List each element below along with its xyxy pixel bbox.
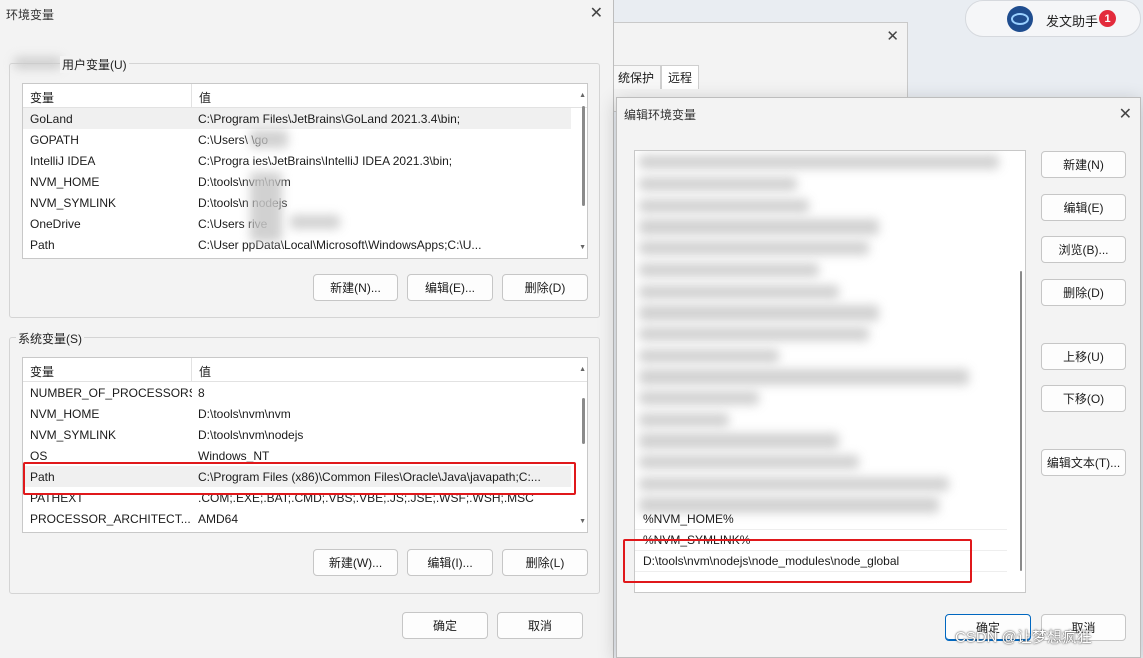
user-variables-label: 用户变量(U) — [60, 56, 129, 73]
assistant-label: 发文助手 — [1046, 14, 1099, 29]
list-header: 变量 值 — [23, 84, 587, 108]
system-variables-list[interactable]: 变量 值 NUMBER_OF_PROCESSORS 8 NVM_HOME D:\to… — [22, 357, 588, 533]
cancel-button[interactable]: 取消 — [497, 612, 583, 639]
table-row[interactable]: OS Windows_NT — [23, 445, 571, 466]
delete-entry-button[interactable]: 删除(D) — [1041, 279, 1126, 306]
system-properties-tabs: 统保护 远程 — [611, 65, 700, 89]
edit-entry-button[interactable]: 编辑(E) — [1041, 194, 1126, 221]
scroll-down-icon[interactable]: ▼ — [579, 518, 586, 525]
redacted-entry — [639, 285, 839, 299]
move-up-button[interactable]: 上移(U) — [1041, 343, 1126, 370]
edit-environment-variable-dialog: 编辑环境变量 ✕ %NVM_HOME% %NVM_SYMLINK% D:\too… — [616, 97, 1141, 658]
redacted-entry — [639, 391, 759, 405]
post-assistant-button[interactable]: 发文助手 1 — [965, 0, 1141, 37]
table-row[interactable]: PROCESSOR_ARCHITECT... AMD64 — [23, 508, 571, 529]
move-down-button[interactable]: 下移(O) — [1041, 385, 1126, 412]
environment-variables-dialog: 环境变量 ✕ 用户变量(U) 变量 值 GoLand C:\Program Fil… — [0, 0, 614, 658]
list-item[interactable]: %NVM_SYMLINK% — [635, 530, 1007, 551]
column-variable[interactable]: 变量 — [23, 358, 192, 381]
user-variables-list[interactable]: 变量 值 GoLand C:\Program Files\JetBrains\Go… — [22, 83, 588, 259]
system-new-button[interactable]: 新建(W)... — [313, 549, 398, 576]
watermark: CSDN @让梦想疯狂 — [955, 629, 1092, 646]
new-entry-button[interactable]: 新建(N) — [1041, 151, 1126, 178]
redacted-region — [250, 130, 288, 148]
list-item-selected[interactable]: D:\tools\nvm\nodejs\node_modules\node_gl… — [635, 551, 1007, 572]
redacted-entry — [639, 369, 969, 385]
list-item[interactable]: %NVM_HOME% — [635, 509, 1007, 530]
user-edit-button[interactable]: 编辑(E)... — [407, 274, 493, 301]
scrollbar[interactable] — [582, 106, 585, 206]
close-icon[interactable]: ✕ — [1119, 104, 1132, 124]
table-row[interactable]: PATHEXT .COM;.EXE;.BAT;.CMD;.VBS;.VBE;.JS… — [23, 487, 571, 508]
edit-text-button[interactable]: 编辑文本(T)... — [1041, 449, 1126, 476]
redacted-entry — [639, 327, 869, 341]
redacted-region — [290, 215, 340, 229]
table-row[interactable]: NVM_HOME D:\tools\nvm\nvm — [23, 171, 571, 192]
table-row[interactable]: GoLand C:\Program Files\JetBrains\GoLand … — [23, 108, 571, 129]
table-row[interactable]: NVM_SYMLINK D:\tools\nvm\nodejs — [23, 424, 571, 445]
system-variables-label: 系统变量(S) — [16, 330, 84, 347]
scroll-down-icon[interactable]: ▼ — [579, 244, 586, 251]
redacted-entry — [639, 477, 949, 491]
table-row[interactable]: NVM_SYMLINK D:\tools\n nodejs — [23, 192, 571, 213]
redacted-region — [250, 172, 282, 242]
table-row[interactable]: NVM_HOME D:\tools\nvm\nvm — [23, 403, 571, 424]
redacted-entry — [639, 349, 779, 363]
tab-remote[interactable]: 远程 — [661, 65, 700, 89]
scrollbar[interactable] — [1020, 271, 1022, 571]
column-value[interactable]: 值 — [192, 84, 218, 107]
redacted-entry — [639, 155, 999, 169]
tab-system-protection[interactable]: 统保护 — [611, 65, 662, 89]
table-row-selected[interactable]: Path C:\Program Files (x86)\Common Files\… — [23, 466, 571, 487]
redacted-entry — [639, 219, 879, 235]
redacted-entry — [639, 263, 819, 277]
table-row[interactable]: IntelliJ IDEA C:\Progra ies\JetBrains\Int… — [23, 150, 571, 171]
scrollbar[interactable] — [582, 398, 585, 444]
dialog-title: 编辑环境变量 — [624, 108, 697, 122]
ok-button[interactable]: 确定 — [402, 612, 488, 639]
scroll-up-icon[interactable]: ▲ — [579, 92, 586, 99]
scroll-up-icon[interactable]: ▲ — [579, 366, 586, 373]
redacted-entry — [639, 433, 839, 449]
redacted-entry — [639, 413, 729, 427]
dialog-title: 环境变量 — [6, 8, 55, 22]
close-icon[interactable]: ✕ — [886, 27, 899, 45]
system-delete-button[interactable]: 删除(L) — [502, 549, 588, 576]
list-header: 变量 值 — [23, 358, 587, 382]
table-row[interactable]: NUMBER_OF_PROCESSORS 8 — [23, 382, 571, 403]
column-value[interactable]: 值 — [192, 358, 218, 381]
browse-button[interactable]: 浏览(B)... — [1041, 236, 1126, 263]
redacted-entry — [639, 199, 809, 213]
redacted-entry — [639, 177, 797, 191]
notification-badge: 1 — [1099, 10, 1116, 27]
redacted-entry — [639, 455, 859, 469]
column-variable[interactable]: 变量 — [23, 84, 192, 107]
assistant-logo-icon — [1007, 6, 1033, 32]
table-row[interactable]: GOPATH C:\Users\ \go — [23, 129, 571, 150]
close-icon[interactable]: ✕ — [590, 3, 603, 23]
table-row[interactable]: Path C:\User ppData\Local\Microsoft\Windo… — [23, 234, 571, 255]
path-entries-list[interactable]: %NVM_HOME% %NVM_SYMLINK% D:\tools\nvm\no… — [634, 150, 1026, 593]
redacted-entry — [639, 241, 869, 255]
redacted-entry — [639, 305, 879, 321]
user-new-button[interactable]: 新建(N)... — [313, 274, 398, 301]
system-edit-button[interactable]: 编辑(I)... — [407, 549, 493, 576]
redacted-username — [14, 57, 62, 69]
user-delete-button[interactable]: 删除(D) — [502, 274, 588, 301]
